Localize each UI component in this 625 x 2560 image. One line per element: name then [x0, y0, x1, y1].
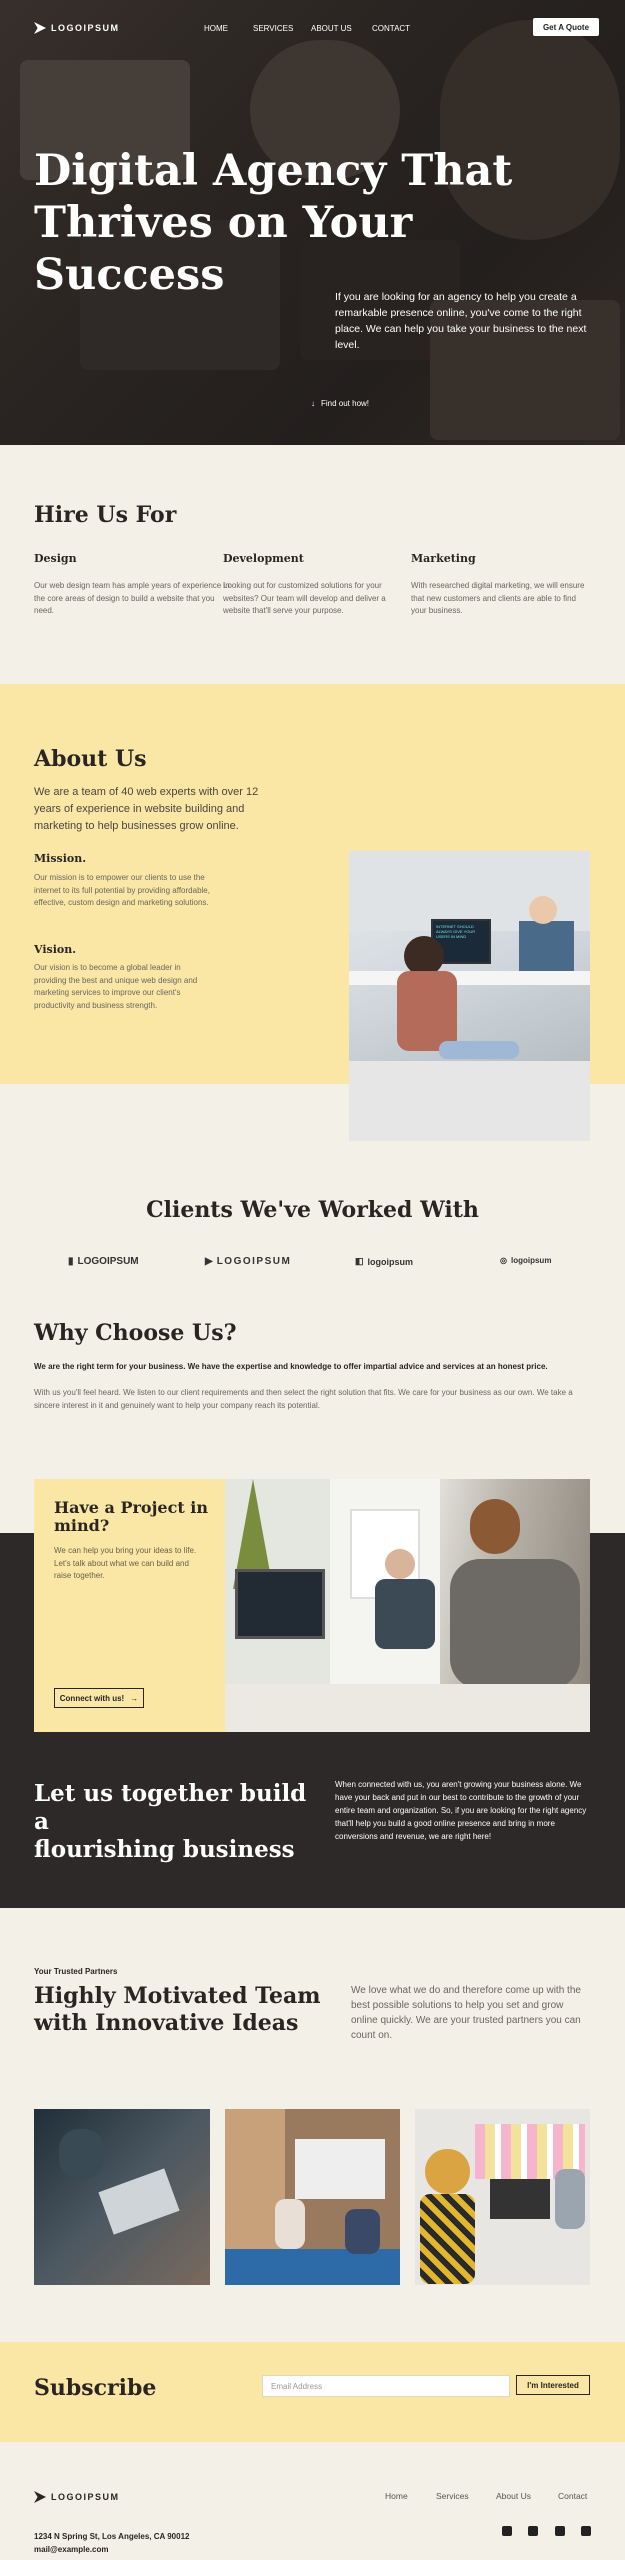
- team-eyebrow: Your Trusted Partners: [34, 1967, 118, 1976]
- why-bold-text: We are the right term for your business.…: [34, 1362, 548, 1371]
- footer-link-about-us[interactable]: About Us: [496, 2491, 531, 2501]
- client-logo-icon: ◎: [500, 1256, 507, 1265]
- gallery-image-meeting: [225, 2109, 400, 2285]
- vision-text: Our vision is to become a global leader …: [34, 963, 198, 1010]
- nav-about-us[interactable]: ABOUT US: [311, 24, 352, 33]
- logo-icon: [34, 22, 46, 34]
- footer-email[interactable]: mail@example.com: [34, 2545, 109, 2554]
- header-logo[interactable]: LOGOIPSUM: [34, 22, 120, 34]
- footer-link-home[interactable]: Home: [385, 2491, 408, 2501]
- client-logo-3: ◧ logoipsum: [355, 1256, 414, 1267]
- clients-title: Clients We've Worked With: [146, 1197, 479, 1223]
- hire-item-design: Design Our web design team has ample yea…: [34, 552, 230, 615]
- client-logo-icon: ◧: [355, 1256, 364, 1266]
- team-working-image: [225, 1479, 590, 1732]
- youtube-icon[interactable]: [528, 2526, 538, 2536]
- arrow-down-icon: ↓: [311, 399, 315, 408]
- why-title: Why Choose Us?: [34, 1320, 237, 1346]
- nav-services[interactable]: SERVICES: [253, 24, 293, 33]
- about-intro: We are a team of 40 web experts with ove…: [34, 786, 259, 832]
- client-logo-icon: ▶: [205, 1256, 213, 1267]
- hire-item-development: Development Looking out for customized s…: [223, 552, 386, 615]
- vision-title: Vision.: [34, 943, 77, 956]
- mission-title: Mission.: [34, 852, 87, 865]
- mission-text: Our mission is to empower our clients to…: [34, 873, 210, 907]
- footer-link-services[interactable]: Services: [436, 2491, 469, 2501]
- footer-address: 1234 N Spring St, Los Angeles, CA 90012: [34, 2532, 190, 2541]
- connect-button[interactable]: Connect with us! →: [54, 1688, 144, 1708]
- together-text: When connected with us, you aren't growi…: [335, 1780, 587, 1841]
- project-title: Have a Project in mind?: [54, 1498, 208, 1535]
- subscribe-title: Subscribe: [34, 2375, 157, 2401]
- team-title: Highly Motivated Team with Innovative Id…: [34, 1983, 321, 2036]
- hero-title: Digital Agency That Thrives on Your Succ…: [34, 146, 513, 300]
- instagram-icon[interactable]: [581, 2526, 591, 2536]
- get-quote-button[interactable]: Get A Quote: [533, 18, 599, 36]
- gallery-image-laptop: [34, 2109, 210, 2285]
- team-text: We love what we do and therefore come up…: [351, 1985, 581, 2041]
- nav-contact[interactable]: CONTACT: [372, 24, 410, 33]
- twitter-icon[interactable]: [502, 2526, 512, 2536]
- client-logo-4: ◎ logoipsum: [500, 1256, 552, 1265]
- hire-item-marketing: Marketing With researched digital market…: [411, 552, 585, 615]
- email-input[interactable]: Email Address: [262, 2375, 510, 2397]
- hire-title: Hire Us For: [34, 502, 177, 528]
- find-out-link[interactable]: ↓ Find out how!: [311, 399, 369, 408]
- hero-description: If you are looking for an agency to help…: [335, 291, 587, 351]
- subscribe-button[interactable]: I'm Interested: [516, 2375, 590, 2395]
- project-card: Have a Project in mind? We can help you …: [34, 1479, 225, 1732]
- footer-logo[interactable]: LOGOIPSUM: [34, 2491, 120, 2503]
- client-logo-icon: ▮: [68, 1256, 74, 1267]
- nav-home[interactable]: HOME: [204, 24, 228, 33]
- client-logo-2: ▶ LOGOIPSUM: [205, 1256, 292, 1267]
- gallery-image-office: [415, 2109, 590, 2285]
- footer-link-contact[interactable]: Contact: [558, 2491, 587, 2501]
- logo-icon: [34, 2491, 46, 2503]
- why-text: With us you'll feel heard. We listen to …: [34, 1388, 573, 1410]
- together-title: Let us together build a flourishing busi…: [34, 1780, 307, 1863]
- facebook-icon[interactable]: [555, 2526, 565, 2536]
- about-office-image: INTERNET SHOULD ALWAYS GIVE YOUR USERS I…: [349, 851, 590, 1141]
- project-text: We can help you bring your ideas to life…: [54, 1546, 197, 1580]
- arrow-right-icon: →: [130, 1693, 139, 1703]
- client-logo-1: ▮ LOGOIPSUM: [68, 1256, 139, 1267]
- about-title: About Us: [34, 746, 147, 772]
